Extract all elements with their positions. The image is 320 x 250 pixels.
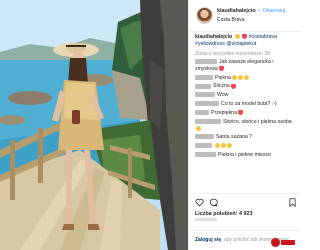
comment-item: Wow <box>195 92 295 99</box>
comment-username-redacted[interactable] <box>195 59 217 65</box>
comment-text: Co to za model buta? :-) <box>221 100 277 107</box>
comment-username-redacted[interactable] <box>195 83 211 89</box>
smile-emoji-icon <box>237 74 243 80</box>
post-caption: klaudiahalejcio #costabrava #yellowdress… <box>195 34 295 48</box>
comment-text: Piekna i piekne miesce <box>218 151 272 158</box>
comment-item: Przepiękna <box>195 110 295 117</box>
sun-emoji-icon <box>234 34 240 40</box>
comment-text: Wow <box>217 92 229 99</box>
post-side-panel: klaudiahalejcio • Obserwuj Costa Brava k… <box>188 0 301 250</box>
photo-illustration <box>0 0 188 250</box>
likes-label: Liczba polubień: <box>195 211 238 217</box>
pudelek-logo-icon <box>271 238 295 247</box>
comment-username-redacted[interactable] <box>195 134 214 140</box>
heart-emoji-icon <box>218 65 224 71</box>
post-photo[interactable] <box>0 0 188 250</box>
comment-text: Śliczna <box>213 83 230 90</box>
login-link[interactable]: Zaloguj się <box>195 237 221 243</box>
comment-item <box>195 143 295 150</box>
header-separator: • <box>258 8 261 14</box>
follow-button[interactable]: Obserwuj <box>263 8 286 14</box>
comment-text: Santa suzana ? <box>216 134 253 141</box>
smile-emoji-icon <box>196 125 201 131</box>
comment-list: Jak zawsze elegancka i zmysłowa Piękna Śli… <box>195 59 295 159</box>
post-date <box>195 218 217 221</box>
heart-emoji-icon <box>230 83 236 89</box>
heart-emoji-icon <box>242 34 248 40</box>
comment-item: Santa suzana ? <box>195 134 295 141</box>
comment-item: Co to za model buta? :-) <box>195 101 295 108</box>
comment-item: Jak zawsze elegancka i zmysłowa <box>195 59 295 73</box>
comment-text: Przepiękna <box>211 109 237 116</box>
header-username[interactable]: klaudiahalejcio <box>217 8 256 14</box>
caption-username[interactable]: klaudiahalejcio <box>195 34 232 40</box>
comment-username-redacted[interactable] <box>195 151 216 157</box>
comment-item: Śliczna <box>195 83 295 90</box>
heart-icon[interactable] <box>195 198 204 207</box>
comment-username-redacted[interactable] <box>195 74 213 80</box>
header-user-line: klaudiahalejcio • Obserwuj <box>217 8 285 14</box>
smile-emoji-icon <box>227 143 232 149</box>
post-header: klaudiahalejcio • Obserwuj Costa Brava <box>189 0 301 32</box>
comment-icon[interactable] <box>209 198 218 207</box>
comment-text: Słońce, słońce i piękna osoba <box>223 118 292 125</box>
comment-username-redacted[interactable] <box>195 118 221 124</box>
likes-count: Liczba polubień: 4 923 <box>195 211 253 217</box>
comment-item: Piekna i piekne miesce <box>195 152 295 159</box>
comment-username-redacted[interactable] <box>195 92 215 98</box>
load-more-comments-link[interactable]: Zobacz wszystkie komentarze: 38 <box>195 51 295 57</box>
comment-text: Piękna <box>215 74 231 81</box>
bookmark-icon[interactable] <box>289 198 296 207</box>
comment-username-redacted[interactable] <box>195 109 209 115</box>
smile-emoji-icon <box>221 143 226 149</box>
smile-emoji-icon <box>243 74 249 80</box>
comment-username-redacted[interactable] <box>195 101 219 107</box>
comment-item: Słońce, słońce i piękna osoba <box>195 119 295 133</box>
post-actions: Liczba polubień: 4 923 <box>189 193 301 223</box>
likes-number[interactable]: 4 923 <box>239 211 253 217</box>
smile-emoji-icon <box>231 74 237 80</box>
post-location[interactable]: Costa Brava <box>217 17 245 23</box>
smile-emoji-icon <box>215 143 220 149</box>
comments-section: klaudiahalejcio #costabrava #yellowdress… <box>189 34 301 194</box>
comment-username-redacted[interactable] <box>195 143 212 149</box>
heart-emoji-icon <box>237 109 243 115</box>
avatar[interactable] <box>196 7 213 24</box>
comment-item: Piękna <box>195 75 295 82</box>
